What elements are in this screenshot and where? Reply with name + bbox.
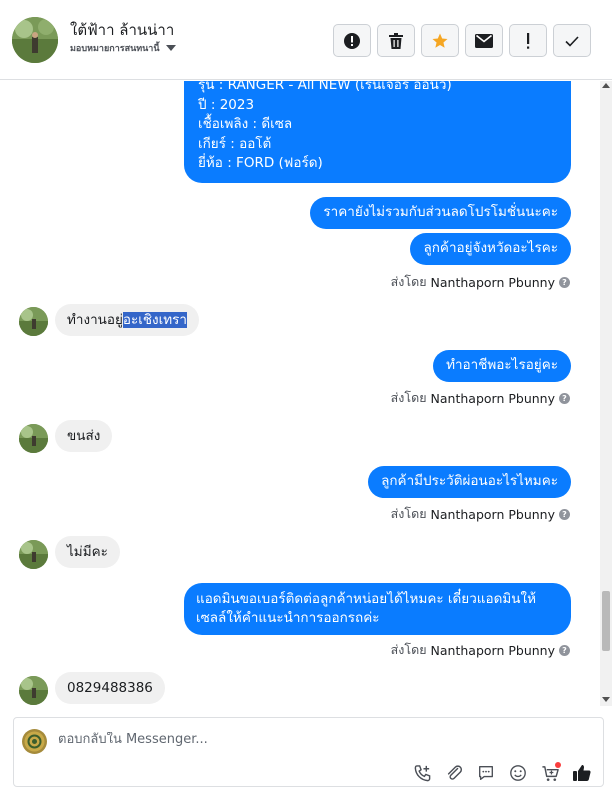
selected-text: อะเชิงเทรา: [122, 312, 187, 328]
message-bubble-in: ไม่มีคะ: [55, 536, 120, 568]
scroll-down-arrow-icon[interactable]: [602, 697, 610, 702]
sent-by-agent: Nanthaporn Pbunny: [430, 274, 555, 290]
call-add-icon: [414, 764, 430, 781]
envelope-icon: [475, 33, 493, 48]
scrollbar[interactable]: [600, 81, 612, 706]
contact-name: ใต้ฟ้าา ล้านน่าา: [70, 21, 175, 39]
caret-down-icon: [165, 45, 176, 51]
message-text: ทำงานอยู่: [67, 312, 123, 328]
message-bubble-in: ขนส่ง: [55, 420, 113, 452]
message-thread[interactable]: รุ่น : RANGER - All NEW (เรนเจอร์ ออนิว)…: [0, 81, 612, 706]
emoji-button[interactable]: [507, 762, 529, 784]
reply-input[interactable]: [58, 732, 458, 747]
contact-avatar-small: [19, 676, 48, 705]
car-gear-line: เกียร์ : ออโต้: [198, 135, 272, 152]
sent-by-prefix: ส่งโดย: [390, 642, 427, 657]
sent-by-label: ส่งโดย Nanthaporn Pbunny ?: [391, 640, 570, 660]
scroll-up-arrow-icon[interactable]: [602, 83, 610, 88]
paperclip-icon: [447, 765, 463, 780]
cart-button[interactable]: [539, 762, 561, 784]
sent-by-agent: Nanthaporn Pbunny: [430, 390, 555, 406]
sent-by-prefix: ส่งโดย: [390, 390, 427, 405]
assign-conversation-dropdown[interactable]: มอบหมายการสนทนานี้: [70, 41, 176, 55]
mark-unread-button[interactable]: [465, 24, 503, 57]
assign-label: มอบหมายการสนทนานี้: [70, 44, 160, 54]
help-icon[interactable]: ?: [559, 276, 570, 288]
message-bubble-out: ลูกค้ามีประวัติผ่อนอะไรไหมคะ: [368, 466, 571, 498]
car-fuel-line: เชื้อเพลิง : ดีเซล: [198, 116, 293, 132]
help-icon[interactable]: ?: [559, 644, 570, 656]
mark-spam-button[interactable]: [333, 24, 371, 57]
car-brand-line: ยี่ห้อ : FORD (ฟอร์ด): [198, 155, 323, 171]
checkmark-icon: [565, 35, 579, 47]
emoji-icon: [510, 765, 526, 781]
help-icon[interactable]: ?: [559, 392, 570, 404]
trash-icon: [389, 32, 403, 49]
conversation-header: ใต้ฟ้าา ล้านน่าา มอบหมายการสนทนานี้: [0, 0, 612, 80]
delete-button[interactable]: [377, 24, 415, 57]
alert-circle-icon: [344, 32, 360, 49]
sent-by-label: ส่งโดย Nanthaporn Pbunny ?: [391, 388, 570, 408]
like-button[interactable]: [571, 762, 593, 784]
star-button[interactable]: [421, 24, 459, 57]
message-bubble-out: ราคายังไม่รวมกับส่วนลดโปรโมชั่นนะคะ: [310, 197, 571, 229]
car-model-line: รุ่น : RANGER - All NEW (เรนเจอร์ ออนิว): [198, 81, 452, 93]
star-icon: [432, 33, 448, 48]
scrollbar-thumb[interactable]: [602, 591, 610, 651]
sent-by-label: ส่งโดย Nanthaporn Pbunny ?: [391, 504, 570, 524]
sent-by-prefix: ส่งโดย: [390, 274, 427, 289]
mark-done-button[interactable]: [553, 24, 591, 57]
contact-avatar[interactable]: [12, 17, 58, 63]
contact-avatar-small: [19, 424, 48, 453]
exclamation-icon: [527, 32, 530, 49]
message-bubble-in: ทำงานอยู่อะเชิงเทรา: [55, 304, 199, 336]
follow-up-button[interactable]: [509, 24, 547, 57]
message-bubble-out: ลูกค้าอยู่จังหวัดอะไรคะ: [410, 233, 571, 265]
attach-button[interactable]: [443, 762, 465, 784]
page-avatar: [22, 729, 47, 754]
contact-avatar-small: [19, 540, 48, 569]
car-year-line: ปี : 2023: [198, 96, 255, 113]
notification-dot: [555, 762, 561, 768]
message-line: เซลล์ให้คำแนะนำการออกรถค่ะ: [196, 610, 380, 626]
help-icon[interactable]: ?: [559, 508, 570, 520]
header-actions: [333, 24, 591, 57]
sent-by-agent: Nanthaporn Pbunny: [430, 642, 555, 658]
message-line: แอดมินขอเบอร์ติดต่อลูกค้าหน่อยได้ไหมคะ เ…: [196, 591, 536, 607]
message-bubble-in: 0829488386: [55, 672, 165, 704]
sent-by-label: ส่งโดย Nanthaporn Pbunny ?: [391, 272, 570, 292]
sent-by-prefix: ส่งโดย: [390, 506, 427, 521]
thumbs-up-icon: [573, 765, 591, 781]
message-bubble-out: ทำอาชีพอะไรอยู่คะ: [433, 350, 571, 382]
message-bubble-out: แอดมินขอเบอร์ติดต่อลูกค้าหน่อยได้ไหมคะ เ…: [184, 583, 571, 635]
reply-composer: [13, 717, 604, 787]
saved-reply-button[interactable]: [475, 762, 497, 784]
composer-tools: [411, 762, 593, 784]
call-add-button[interactable]: [411, 762, 433, 784]
car-details-message: รุ่น : RANGER - All NEW (เรนเจอร์ ออนิว)…: [184, 81, 571, 183]
sent-by-agent: Nanthaporn Pbunny: [430, 506, 555, 522]
saved-reply-icon: [479, 766, 493, 780]
contact-avatar-small: [19, 307, 48, 336]
